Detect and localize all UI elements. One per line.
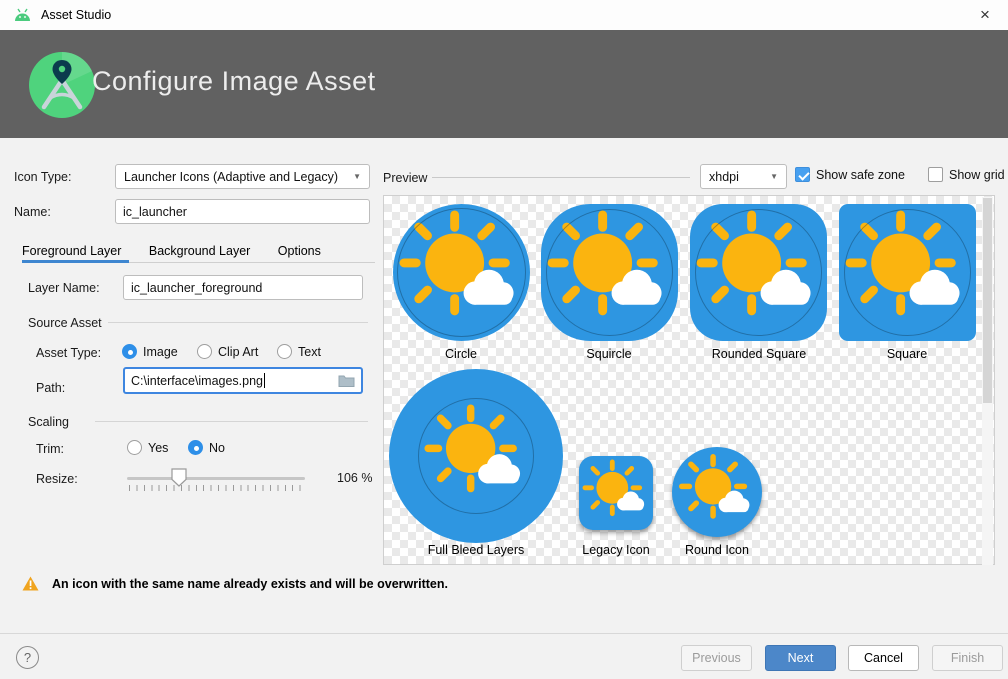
radio-trim-no[interactable] [188, 440, 203, 455]
path-input[interactable]: C:\interface\images.png [123, 367, 363, 394]
preview-panel: Circle Squircle Rounded Square Square [383, 195, 995, 565]
preview-icon-legacy [579, 456, 653, 530]
source-asset-divider [108, 322, 368, 323]
radio-trim-yes[interactable] [127, 440, 142, 455]
preview-divider [432, 177, 690, 178]
icon-type-dropdown[interactable]: Launcher Icons (Adaptive and Legacy) ▼ [115, 164, 370, 189]
preview-icon-round [672, 447, 762, 537]
weather-art [579, 456, 653, 530]
safe-zone-ring [546, 209, 673, 336]
previous-button[interactable]: Previous [681, 645, 752, 671]
asset-type-image-option[interactable]: Image [122, 344, 178, 359]
show-grid-checkbox[interactable] [928, 167, 943, 182]
radio-clipart-label[interactable]: Clip Art [218, 345, 258, 359]
name-input[interactable] [115, 199, 370, 224]
path-value: C:\interface\images.png [131, 374, 263, 388]
preview-icon-rounded-square [690, 204, 827, 341]
browse-folder-button[interactable] [338, 374, 355, 387]
trim-yes-option[interactable]: Yes [127, 440, 168, 455]
scaling-divider [95, 421, 368, 422]
close-icon[interactable]: × [962, 0, 1008, 30]
safe-zone-ring [844, 209, 971, 336]
source-asset-title: Source Asset [28, 316, 102, 330]
radio-clipart[interactable] [197, 344, 212, 359]
name-label: Name: [14, 205, 51, 219]
page-title: Configure Image Asset [92, 66, 376, 97]
window-title: Asset Studio [41, 8, 111, 22]
folder-icon [338, 374, 355, 387]
preview-label-circle: Circle [381, 347, 541, 361]
icon-type-label: Icon Type: [14, 170, 71, 184]
preview-icon-square [839, 204, 976, 341]
android-icon [12, 8, 33, 22]
preview-icon-squircle [541, 204, 678, 341]
radio-trim-no-label[interactable]: No [209, 441, 225, 455]
resize-slider-ticks [129, 485, 305, 491]
resize-slider-track[interactable] [127, 477, 305, 480]
preview-label-rounded-square: Rounded Square [679, 347, 839, 361]
preview-title: Preview [383, 171, 427, 185]
radio-image-label[interactable]: Image [143, 345, 178, 359]
radio-text[interactable] [277, 344, 292, 359]
asset-type-text-option[interactable]: Text [277, 344, 321, 359]
tab-options[interactable]: Options [278, 238, 321, 264]
active-tab-underline [22, 260, 129, 263]
preview-label-full-bleed: Full Bleed Layers [396, 543, 556, 557]
warning-icon [22, 576, 39, 591]
chevron-down-icon: ▼ [770, 172, 778, 181]
density-value: xhdpi [709, 170, 739, 184]
radio-image[interactable] [122, 344, 137, 359]
preview-label-squircle: Squircle [529, 347, 689, 361]
tab-background-layer[interactable]: Background Layer [149, 238, 250, 264]
finish-button[interactable]: Finish [932, 645, 1003, 671]
asset-type-clipart-option[interactable]: Clip Art [197, 344, 258, 359]
asset-type-label: Asset Type: [36, 346, 101, 360]
cancel-button[interactable]: Cancel [848, 645, 919, 671]
icon-type-value: Launcher Icons (Adaptive and Legacy) [124, 170, 338, 184]
preview-icon-full-bleed [389, 369, 563, 543]
android-studio-logo-icon [29, 52, 95, 118]
chevron-down-icon: ▼ [353, 172, 361, 181]
preview-icon-circle [393, 204, 530, 341]
show-grid-option[interactable]: Show grid [928, 167, 1005, 182]
preview-label-square: Square [827, 347, 987, 361]
layer-name-label: Layer Name: [28, 281, 100, 295]
show-safe-zone-checkbox[interactable] [795, 167, 810, 182]
radio-trim-yes-label[interactable]: Yes [148, 441, 168, 455]
preview-label-round: Round Icon [637, 543, 797, 557]
scrollbar-thumb[interactable] [983, 198, 992, 403]
weather-art [675, 450, 760, 535]
show-safe-zone-option[interactable]: Show safe zone [795, 167, 905, 182]
path-label: Path: [36, 381, 65, 395]
resize-label: Resize: [36, 472, 78, 486]
preview-scrollbar[interactable] [982, 197, 993, 565]
trim-no-option[interactable]: No [188, 440, 225, 455]
show-safe-zone-label[interactable]: Show safe zone [816, 168, 905, 182]
dialog-header: Configure Image Asset [0, 30, 1008, 138]
next-button[interactable]: Next [765, 645, 836, 671]
resize-value: 106 % [337, 471, 372, 485]
layer-name-input[interactable] [123, 275, 363, 300]
safe-zone-ring [418, 398, 534, 514]
show-grid-label[interactable]: Show grid [949, 168, 1005, 182]
radio-text-label[interactable]: Text [298, 345, 321, 359]
trim-label: Trim: [36, 442, 64, 456]
scaling-title: Scaling [28, 415, 69, 429]
warning-row: An icon with the same name already exist… [22, 576, 448, 591]
density-dropdown[interactable]: xhdpi ▼ [700, 164, 787, 189]
warning-text: An icon with the same name already exist… [52, 576, 448, 591]
help-button[interactable]: ? [16, 646, 39, 669]
footer-divider [0, 633, 1008, 634]
safe-zone-ring [695, 209, 822, 336]
resize-slider-thumb[interactable] [171, 468, 187, 487]
text-caret [264, 373, 265, 388]
window-titlebar: Asset Studio [0, 0, 1008, 30]
safe-zone-ring [397, 208, 526, 337]
